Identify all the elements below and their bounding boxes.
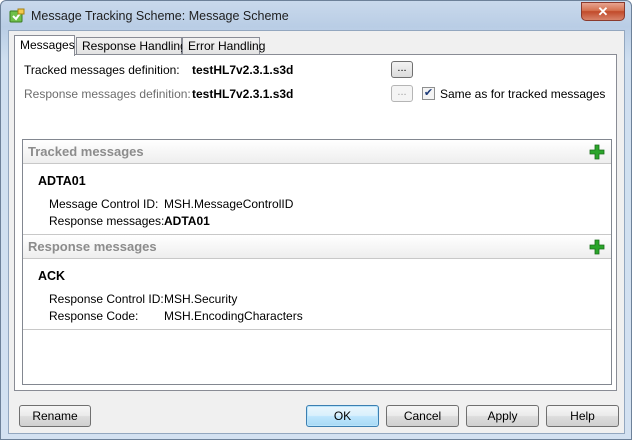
response-code-value: MSH.EncodingCharacters <box>164 309 303 323</box>
response-browse-button[interactable]: ... <box>391 85 413 102</box>
tracked-section-header: Tracked messages <box>23 140 611 164</box>
tab-response-handling[interactable]: Response Handling <box>76 37 187 55</box>
message-control-id-label: Message Control ID: <box>49 197 159 211</box>
apply-button[interactable]: Apply <box>466 405 539 427</box>
response-section-header: Response messages <box>23 235 611 259</box>
close-button[interactable]: ✕ <box>581 2 625 21</box>
title-bar[interactable]: Message Tracking Scheme: Message Scheme … <box>1 1 631 31</box>
close-icon: ✕ <box>597 4 609 19</box>
list-end-divider <box>23 329 611 330</box>
tracked-definition-label: Tracked messages definition: <box>24 63 180 77</box>
message-list: Tracked messages ADTA01 Message Control … <box>22 139 612 385</box>
tracked-message-item[interactable]: ADTA01 Message Control ID: MSH.MessageCo… <box>23 164 611 234</box>
same-as-tracked-label: Same as for tracked messages <box>440 87 606 101</box>
response-message-item[interactable]: ACK Response Control ID: MSH.Security Re… <box>23 259 611 329</box>
tracked-browse-button[interactable]: ... <box>391 61 413 78</box>
tracked-definition-value: testHL7v2.3.1.s3d <box>192 63 294 77</box>
dialog-window: Message Tracking Scheme: Message Scheme … <box>0 0 632 440</box>
help-button[interactable]: Help <box>546 405 619 427</box>
response-control-id-label: Response Control ID: <box>49 292 164 306</box>
window-title: Message Tracking Scheme: Message Scheme <box>31 9 289 23</box>
messages-tab-panel: Tracked messages definition: testHL7v2.3… <box>14 54 617 391</box>
tab-error-handling[interactable]: Error Handling <box>182 37 265 55</box>
response-control-id-value: MSH.Security <box>164 292 238 306</box>
rename-button[interactable]: Rename <box>19 405 91 427</box>
response-messages-value: ADTA01 <box>164 214 210 228</box>
app-icon <box>9 8 25 23</box>
response-definition-label: Response messages definition: <box>24 87 191 101</box>
add-response-icon[interactable] <box>589 239 605 255</box>
response-messages-label: Response messages: <box>49 214 165 228</box>
message-control-id-value: MSH.MessageControlID <box>164 197 294 211</box>
response-definition-value: testHL7v2.3.1.s3d <box>192 87 294 101</box>
tab-messages[interactable]: Messages <box>14 35 75 56</box>
tracked-message-name: ADTA01 <box>38 174 86 188</box>
same-as-tracked-checkbox[interactable]: ✔ <box>422 87 435 100</box>
ok-button[interactable]: OK <box>306 405 379 427</box>
response-section-title: Response messages <box>28 239 157 254</box>
dialog-client: Messages Response Handling Error Handlin… <box>8 30 625 434</box>
add-tracked-icon[interactable] <box>589 144 605 160</box>
cancel-button[interactable]: Cancel <box>386 405 459 427</box>
response-code-label: Response Code: <box>49 309 139 323</box>
response-message-name: ACK <box>38 269 66 283</box>
tracked-section-title: Tracked messages <box>28 144 144 159</box>
checkmark-icon: ✔ <box>423 87 434 99</box>
